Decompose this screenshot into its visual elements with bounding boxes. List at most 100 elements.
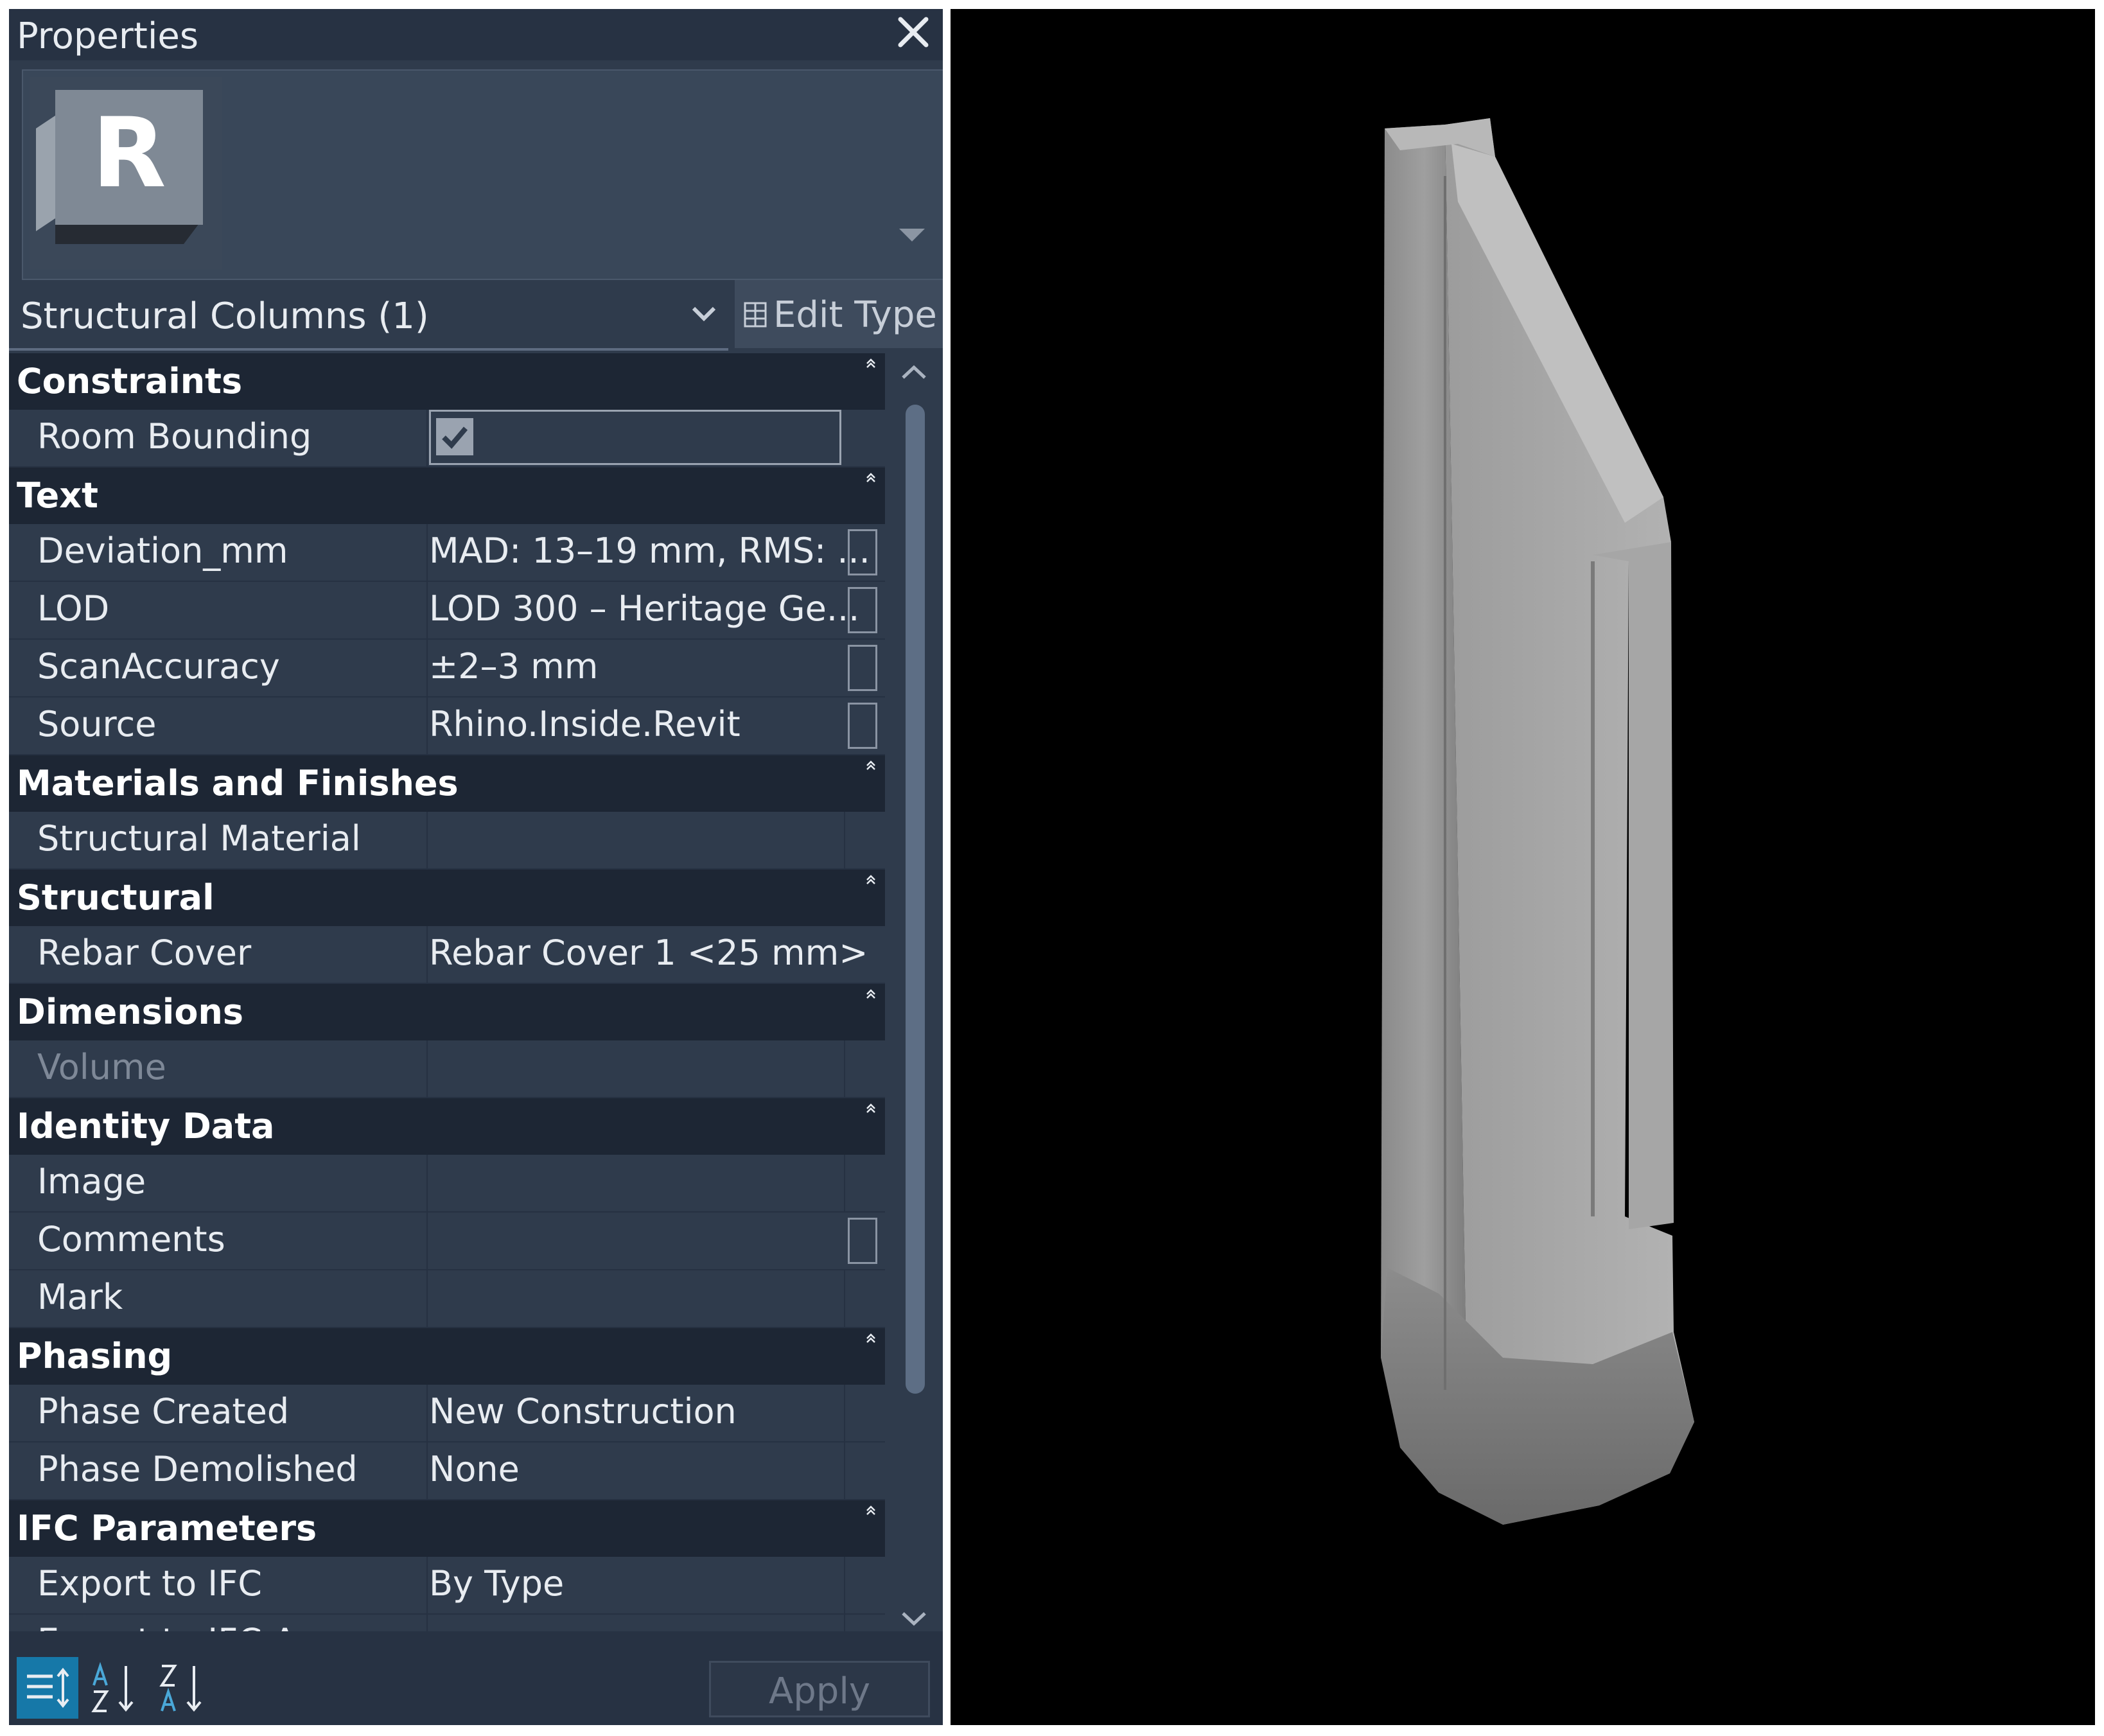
property-value[interactable]: New Construction: [429, 1391, 737, 1432]
edit-value-button[interactable]: [848, 645, 877, 691]
property-value[interactable]: ±2–3 mm: [429, 646, 598, 687]
section-materials-and-finishes[interactable]: Materials and Finishes: [9, 755, 885, 812]
collapse-icon[interactable]: [864, 357, 877, 370]
property-name: Phase Demolished: [37, 1449, 358, 1489]
section-identity-data[interactable]: Identity Data: [9, 1098, 885, 1155]
title-bar: Properties: [9, 9, 943, 60]
bottom-toolbar: Apply: [9, 1631, 943, 1725]
property-name: Deviation_mm: [37, 530, 288, 571]
property-name: ScanAccuracy: [37, 646, 280, 687]
column-divider: [426, 1213, 428, 1269]
close-icon[interactable]: [889, 9, 938, 60]
property-grid: Constraints Room Bounding Text Deviation…: [9, 353, 885, 1633]
scanned-column-model[interactable]: [951, 9, 2095, 1725]
property-row-phase-created[interactable]: Phase Created New Construction: [9, 1385, 885, 1442]
property-row-source[interactable]: Source Rhino.Inside.Revit: [9, 697, 885, 755]
column-divider: [426, 697, 428, 754]
property-name: Structural Material: [37, 818, 361, 859]
property-row-phase-demolished[interactable]: Phase Demolished None: [9, 1442, 885, 1500]
edit-type-button[interactable]: Edit Type: [735, 280, 943, 348]
edit-value-button[interactable]: [848, 703, 877, 749]
section-label: IFC Parameters: [17, 1508, 317, 1548]
type-selector[interactable]: Structural Columns (1): [9, 280, 728, 351]
revit-logo-icon: R: [36, 90, 203, 244]
sort-descending-button[interactable]: [153, 1657, 215, 1719]
property-row-lod[interactable]: LOD LOD 300 – Heritage Ge...: [9, 582, 885, 640]
property-row-structural-material[interactable]: Structural Material: [9, 812, 885, 870]
section-label: Identity Data: [17, 1106, 275, 1146]
column-divider: [844, 1385, 845, 1441]
property-row-export-to-ifc-as[interactable]: Export to IFC As: [9, 1615, 885, 1633]
column-divider: [426, 410, 428, 466]
section-structural[interactable]: Structural: [9, 870, 885, 926]
sort-by-category-button[interactable]: [17, 1657, 78, 1719]
section-ifc-parameters[interactable]: IFC Parameters: [9, 1500, 885, 1557]
edit-value-button[interactable]: [848, 529, 877, 575]
property-name: Volume: [37, 1047, 166, 1087]
property-value[interactable]: LOD 300 – Heritage Ge...: [429, 588, 859, 629]
column-divider: [426, 524, 428, 581]
section-label: Text: [17, 475, 98, 516]
edit-type-icon: [744, 302, 767, 328]
property-row-export-to-ifc[interactable]: Export to IFC By Type: [9, 1557, 885, 1615]
collapse-icon[interactable]: [864, 1102, 877, 1115]
room-bounding-field: [429, 410, 841, 465]
property-value[interactable]: MAD: 13–19 mm, RMS: ...: [429, 530, 870, 571]
edit-type-label: Edit Type: [773, 294, 937, 336]
vertical-scrollbar[interactable]: [891, 353, 936, 1638]
property-name: Comments: [37, 1219, 225, 1259]
property-row-scan-accuracy[interactable]: ScanAccuracy ±2–3 mm: [9, 640, 885, 697]
type-selector-bar: Structural Columns (1) Edit Type: [9, 280, 943, 351]
chevron-down-icon[interactable]: [690, 302, 718, 325]
collapse-icon[interactable]: [864, 759, 877, 772]
properties-panel: Properties R Structural Columns (1) Edit…: [9, 9, 943, 1725]
collapse-icon[interactable]: [864, 471, 877, 484]
property-value[interactable]: By Type: [429, 1563, 564, 1604]
edit-value-button[interactable]: [848, 587, 877, 633]
type-selector-label: Structural Columns (1): [21, 295, 429, 337]
column-divider: [426, 812, 428, 868]
property-name: Image: [37, 1161, 146, 1202]
property-row-deviation[interactable]: Deviation_mm MAD: 13–19 mm, RMS: ...: [9, 524, 885, 582]
property-row-comments[interactable]: Comments: [9, 1213, 885, 1270]
section-constraints[interactable]: Constraints: [9, 353, 885, 410]
section-dimensions[interactable]: Dimensions: [9, 984, 885, 1040]
column-divider: [426, 640, 428, 696]
property-value[interactable]: Rebar Cover 1 <25 mm>: [429, 933, 868, 973]
property-value[interactable]: None: [429, 1449, 520, 1489]
type-preview[interactable]: R: [22, 69, 943, 280]
section-label: Constraints: [17, 361, 243, 401]
sort-ascending-button[interactable]: [85, 1657, 146, 1719]
scroll-up-icon[interactable]: [891, 353, 936, 392]
column-divider: [426, 1615, 428, 1633]
section-label: Phasing: [17, 1336, 173, 1376]
logo-letter: R: [92, 98, 166, 209]
column-divider: [426, 1385, 428, 1441]
column-divider: [426, 582, 428, 638]
chevron-down-icon[interactable]: [897, 225, 927, 245]
scrollbar-thumb[interactable]: [906, 405, 925, 1394]
property-value[interactable]: Rhino.Inside.Revit: [429, 704, 741, 744]
column-divider: [844, 1442, 845, 1499]
section-label: Structural: [17, 877, 215, 918]
column-divider: [426, 1557, 428, 1613]
property-name: Source: [37, 704, 157, 744]
column-divider: [844, 1270, 845, 1327]
panel-title: Properties: [17, 15, 199, 57]
property-row-image[interactable]: Image: [9, 1155, 885, 1213]
apply-button[interactable]: Apply: [709, 1661, 930, 1717]
collapse-icon[interactable]: [864, 1332, 877, 1345]
property-row-mark[interactable]: Mark: [9, 1270, 885, 1328]
3d-viewport[interactable]: [951, 9, 2095, 1725]
collapse-icon[interactable]: [864, 1504, 877, 1517]
section-phasing[interactable]: Phasing: [9, 1328, 885, 1385]
section-text[interactable]: Text: [9, 468, 885, 524]
property-name: Phase Created: [37, 1391, 290, 1432]
room-bounding-checkbox[interactable]: [436, 418, 473, 455]
edit-value-button[interactable]: [848, 1218, 877, 1264]
collapse-icon[interactable]: [864, 873, 877, 886]
property-row-rebar-cover[interactable]: Rebar Cover Rebar Cover 1 <25 mm>: [9, 926, 885, 984]
revit-logo: R: [30, 77, 222, 270]
collapse-icon[interactable]: [864, 988, 877, 1001]
property-name: LOD: [37, 588, 110, 629]
